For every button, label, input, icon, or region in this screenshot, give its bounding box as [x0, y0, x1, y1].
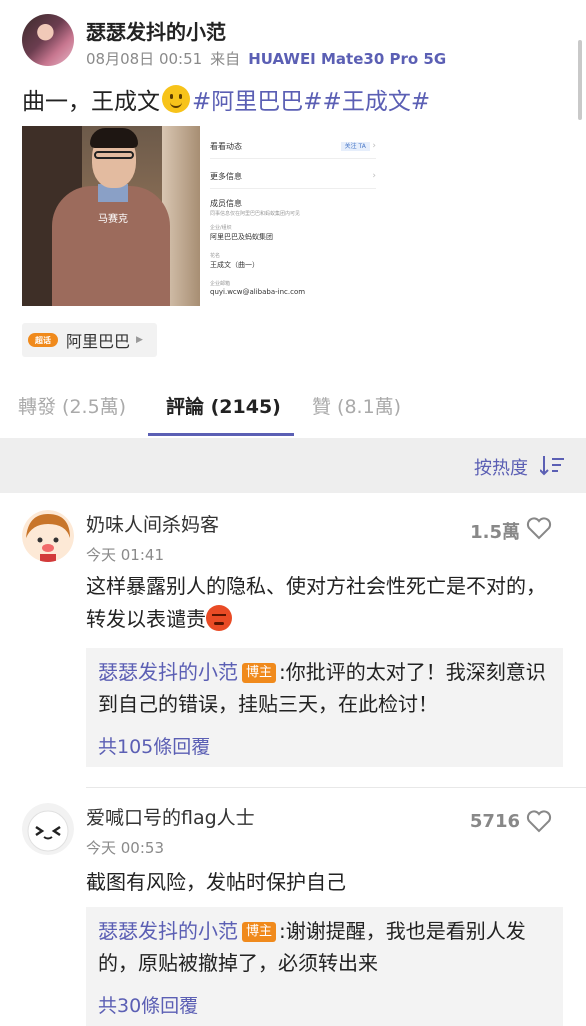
- sort-bar: 按热度: [0, 438, 586, 493]
- play-arrow-icon: ▶: [136, 335, 143, 345]
- post-text: 曲一，王成文 #阿里巴巴##王成文#: [22, 82, 430, 116]
- commenter-name[interactable]: 奶味人间杀妈客: [86, 510, 219, 537]
- profile-screenshot: 看看动态 关注 TA › 更多信息 › 成员信息 同事信息仅在阿里巴巴和蚂蚁集团内可…: [200, 126, 382, 306]
- angry-emoji-icon: [206, 605, 232, 631]
- topic-chip[interactable]: 超话 阿里巴巴 ▶: [22, 323, 157, 357]
- portrait-photo: 马赛克: [22, 126, 200, 306]
- host-badge: 博主: [242, 922, 277, 942]
- sort-icon[interactable]: [540, 454, 564, 476]
- post-image[interactable]: 马赛克 看看动态 关注 TA › 更多信息 › 成员信息 同事信息仅在阿里巴巴和蚂蚁…: [22, 126, 382, 306]
- tab-likes[interactable]: 贊 (8.1萬): [312, 392, 401, 419]
- like-count: 5716: [469, 811, 520, 832]
- comment-item: 爱喊口号的flag人士 今天 00:53 5716 截图有风险，发帖时保护自己 …: [0, 803, 586, 1026]
- device-link[interactable]: HUAWEI Mate30 Pro 5G: [248, 50, 446, 68]
- author-avatar[interactable]: [22, 14, 74, 66]
- hashtag-links[interactable]: #阿里巴巴##王成文#: [192, 82, 430, 116]
- host-badge: 博主: [242, 663, 277, 683]
- commenter-avatar[interactable]: [22, 510, 74, 562]
- heart-icon[interactable]: [526, 516, 552, 540]
- reply-count-link[interactable]: 共105條回覆: [98, 732, 551, 759]
- author-name[interactable]: 瑟瑟发抖的小范: [86, 16, 226, 45]
- tab-reposts[interactable]: 轉發 (2.5萬): [18, 392, 126, 419]
- post-timestamp: 08月08日 00:51: [86, 50, 203, 68]
- commenter-avatar[interactable]: [22, 803, 74, 855]
- reply-preview[interactable]: 瑟瑟发抖的小范 博主:谢谢提醒，我也是看别人发的，原贴被撤掉了，必须转出来 共30…: [86, 907, 563, 1026]
- reply-preview[interactable]: 瑟瑟发抖的小范 博主:你批评的太对了！我深刻意识到自己的错误，挂贴三天，在此检讨！…: [86, 648, 563, 767]
- comment-time: 今天 00:53: [86, 839, 164, 857]
- post-header: 瑟瑟发抖的小范 08月08日 00:51 来自 HUAWEI Mate30 Pro …: [22, 14, 586, 70]
- comment-time: 今天 01:41: [86, 546, 164, 564]
- topic-label: 阿里巴巴: [66, 332, 131, 351]
- commenter-name[interactable]: 爱喊口号的flag人士: [86, 803, 255, 830]
- post-text-plain: 曲一，王成文: [22, 89, 160, 115]
- comment-item: 奶味人间杀妈客 今天 01:41 1.5萬 这样暴露别人的隐私、使对方社会性死亡…: [0, 510, 586, 780]
- post-tabs: 轉發 (2.5萬) 評論 (2145) 贊 (8.1萬): [0, 378, 586, 436]
- comment-body: 截图有风险，发帖时保护自己: [86, 870, 346, 894]
- like-count: 1.5萬: [470, 522, 520, 543]
- tab-comments[interactable]: 評論 (2145): [166, 392, 281, 419]
- smile-emoji-icon: [162, 85, 190, 113]
- active-tab-indicator: [148, 433, 294, 436]
- super-topic-badge: 超话: [28, 333, 58, 347]
- reply-author[interactable]: 瑟瑟发抖的小范: [98, 660, 238, 684]
- photo-caption: 马赛克: [98, 214, 128, 225]
- source-prefix: 来自: [210, 50, 241, 68]
- divider: [86, 787, 586, 788]
- heart-icon[interactable]: [526, 809, 552, 833]
- reply-author[interactable]: 瑟瑟发抖的小范: [98, 919, 238, 943]
- comment-body: 这样暴露别人的隐私、使对方社会性死亡是不对的，转发以表谴责: [86, 574, 546, 631]
- sort-by-hot-button[interactable]: 按热度: [474, 454, 528, 480]
- post-meta: 08月08日 00:51 来自 HUAWEI Mate30 Pro 5G: [86, 48, 454, 69]
- reply-count-link[interactable]: 共30條回覆: [98, 991, 551, 1018]
